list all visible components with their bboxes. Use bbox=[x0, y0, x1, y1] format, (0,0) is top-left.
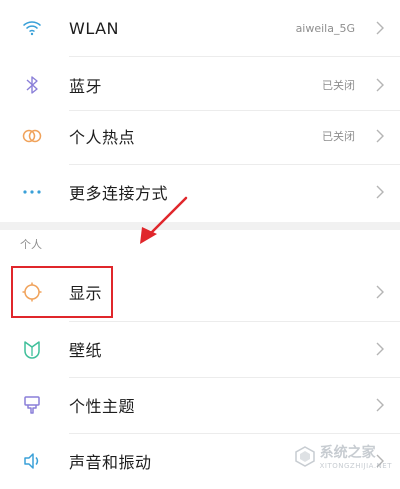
chevron-right-icon bbox=[376, 21, 384, 35]
watermark-logo-icon bbox=[294, 446, 315, 467]
hotspot-status: 已关闭 bbox=[322, 130, 355, 143]
hotspot-label: 个人热点 bbox=[69, 128, 136, 147]
wlan-label: WLAN bbox=[69, 18, 120, 38]
highlight-box bbox=[11, 266, 113, 318]
more-dots-icon bbox=[21, 181, 43, 203]
settings-row-theme[interactable]: 个性主题 bbox=[0, 377, 400, 433]
hotspot-icon bbox=[21, 125, 43, 147]
chevron-right-icon bbox=[376, 129, 384, 143]
settings-row-hotspot[interactable]: 个人热点 已关闭 bbox=[0, 108, 400, 164]
wallpaper-icon bbox=[21, 338, 43, 360]
watermark-subtext: XITONGZHIJIA.NET bbox=[319, 462, 392, 470]
section-label-personal: 个人 bbox=[20, 238, 42, 251]
theme-icon bbox=[21, 394, 43, 416]
settings-row-more-connections[interactable]: 更多连接方式 bbox=[0, 164, 400, 220]
section-gap bbox=[0, 222, 400, 230]
chevron-right-icon bbox=[376, 398, 384, 412]
wallpaper-label: 壁纸 bbox=[69, 341, 103, 360]
bluetooth-label: 蓝牙 bbox=[69, 77, 103, 96]
theme-label: 个性主题 bbox=[69, 397, 136, 416]
settings-row-wallpaper[interactable]: 壁纸 bbox=[0, 321, 400, 377]
settings-row-wlan[interactable]: WLAN aiweila_5G bbox=[0, 0, 400, 56]
wifi-icon bbox=[21, 17, 43, 39]
more-connections-label: 更多连接方式 bbox=[69, 184, 169, 203]
watermark: 系统之家 XITONGZHIJIA.NET bbox=[294, 442, 392, 470]
chevron-right-icon bbox=[376, 342, 384, 356]
bluetooth-status: 已关闭 bbox=[322, 79, 355, 92]
watermark-text: 系统之家 bbox=[319, 445, 376, 461]
chevron-right-icon bbox=[376, 285, 384, 299]
chevron-right-icon bbox=[376, 78, 384, 92]
chevron-right-icon bbox=[376, 185, 384, 199]
sound-label: 声音和振动 bbox=[69, 453, 152, 472]
settings-row-bluetooth[interactable]: 蓝牙 已关闭 bbox=[0, 57, 400, 113]
bluetooth-icon bbox=[21, 74, 43, 96]
wlan-status: aiweila_5G bbox=[295, 21, 355, 35]
sound-icon bbox=[21, 450, 43, 472]
